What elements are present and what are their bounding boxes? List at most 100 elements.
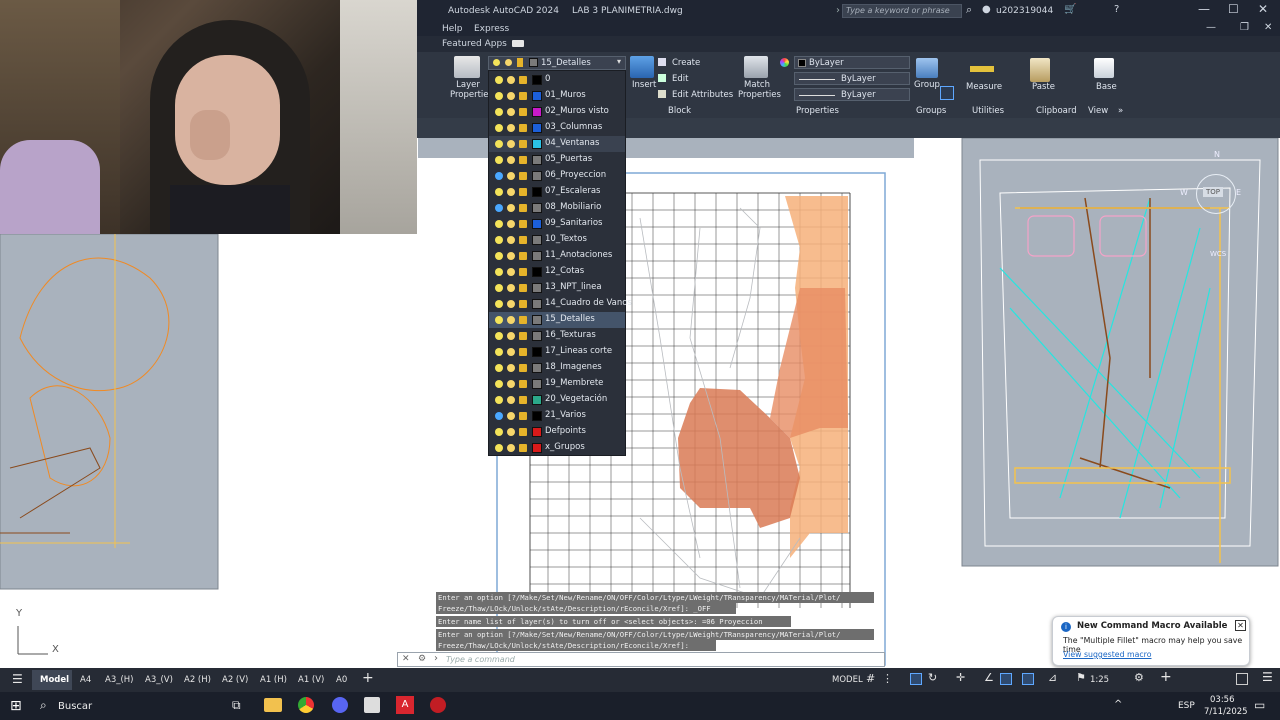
viewcube-east[interactable]: E — [1236, 188, 1241, 197]
lock-icon[interactable] — [519, 188, 527, 196]
lock-icon[interactable] — [519, 284, 527, 292]
sun-icon[interactable] — [507, 316, 515, 324]
tab-a2-v[interactable]: A2 (V) — [222, 675, 248, 685]
color-combo[interactable]: ByLayer — [794, 56, 910, 69]
block-panel-label[interactable]: Block — [668, 106, 691, 116]
layer-color-swatch[interactable] — [532, 123, 542, 133]
layer-color-swatch[interactable] — [532, 155, 542, 165]
sun-icon[interactable] — [507, 300, 515, 308]
layer-color-swatch[interactable] — [532, 283, 542, 293]
layer-row[interactable]: 10_Textos — [489, 232, 625, 248]
layer-row[interactable]: 01_Muros — [489, 88, 625, 104]
add-icon[interactable]: + — [1160, 669, 1172, 685]
close-command-icon[interactable]: ✕ — [402, 654, 410, 664]
suggested-macro-link[interactable]: View suggested macro — [1063, 650, 1152, 659]
doc-restore-icon[interactable]: ❐ — [1240, 22, 1249, 33]
layer-row[interactable]: 08_Mobiliario — [489, 200, 625, 216]
sun-icon[interactable] — [507, 92, 515, 100]
help-icon[interactable]: ? — [1114, 4, 1119, 15]
layer-color-swatch[interactable] — [532, 75, 542, 85]
viewcube-west[interactable]: W — [1180, 188, 1188, 197]
polar-icon[interactable]: ↻ — [928, 671, 937, 684]
insert-button[interactable]: Insert — [632, 80, 656, 90]
layer-properties-icon[interactable] — [454, 56, 480, 78]
lock-icon[interactable] — [519, 108, 527, 116]
tab-a3-h[interactable]: A3_(H) — [105, 675, 134, 685]
layer-color-swatch[interactable] — [532, 379, 542, 389]
bulb-icon[interactable] — [495, 284, 503, 292]
base-button[interactable]: Base — [1096, 82, 1117, 92]
chevron-right-icon[interactable]: › — [836, 5, 840, 16]
autocad-icon[interactable]: A — [396, 696, 414, 714]
layer-color-swatch[interactable] — [532, 347, 542, 357]
bulb-icon[interactable] — [495, 140, 503, 148]
notifications-icon[interactable]: ▭ — [1254, 698, 1265, 712]
annotation-icon[interactable]: ⚑ — [1076, 671, 1086, 684]
lock-icon[interactable] — [519, 332, 527, 340]
command-input[interactable]: ✕ ⚙ › Type a command — [397, 652, 885, 667]
lock-icon[interactable] — [519, 156, 527, 164]
layer-row[interactable]: 18_Imagenes — [489, 360, 625, 376]
layer-row[interactable]: x_Grupos — [489, 440, 625, 456]
close-icon[interactable]: ✕ — [1258, 2, 1268, 16]
sun-icon[interactable] — [507, 444, 515, 452]
lock-icon[interactable] — [519, 268, 527, 276]
tab-a4[interactable]: A4 — [80, 675, 91, 685]
utilities-panel-label[interactable]: Utilities — [972, 106, 1004, 116]
menu-icon[interactable]: ☰ — [12, 672, 23, 686]
lock-icon[interactable] — [519, 300, 527, 308]
taskbar-search-label[interactable]: Buscar — [58, 701, 92, 712]
lock-icon[interactable] — [519, 348, 527, 356]
grid-icon[interactable]: # — [866, 672, 875, 685]
viewcube[interactable]: TOP — [1196, 174, 1236, 214]
menu-help[interactable]: Help — [442, 24, 463, 34]
selection-cycling-icon[interactable]: ⊿ — [1048, 671, 1057, 684]
discord-icon[interactable] — [332, 697, 348, 713]
lock-icon[interactable] — [519, 396, 527, 404]
sun-icon[interactable] — [507, 204, 515, 212]
layer-row[interactable]: 21_Varios — [489, 408, 625, 424]
layer-color-swatch[interactable] — [532, 411, 542, 421]
cart-icon[interactable]: 🛒 — [1064, 4, 1076, 15]
bulb-icon[interactable] — [495, 268, 503, 276]
wrench-icon[interactable]: ⚙ — [418, 654, 426, 664]
chevron-down-icon[interactable]: ▾ — [617, 57, 621, 66]
minimize-icon[interactable]: — — [1198, 2, 1210, 16]
taskbar-search-icon[interactable]: ⌕ — [40, 698, 47, 713]
match-properties-button[interactable]: Match Properties — [738, 80, 781, 100]
sun-icon[interactable] — [507, 108, 515, 116]
lineweight-toggle-icon[interactable] — [1000, 673, 1012, 685]
sun-icon[interactable] — [507, 332, 515, 340]
layer-row[interactable]: 14_Cuadro de Vanos — [489, 296, 632, 312]
edit-button[interactable]: Edit — [672, 74, 688, 84]
measure-button[interactable]: Measure — [966, 82, 1002, 92]
sun-icon[interactable] — [507, 140, 515, 148]
workspace-gear-icon[interactable]: ⚙ — [1134, 671, 1144, 684]
bulb-icon[interactable] — [495, 124, 503, 132]
sun-icon[interactable] — [507, 348, 515, 356]
tray-expand-icon[interactable]: ^ — [1114, 699, 1122, 710]
layer-combo[interactable]: 15_Detalles ▾ — [488, 56, 626, 70]
bulb-icon[interactable] — [495, 236, 503, 244]
tab-featured-apps[interactable]: Featured Apps — [442, 39, 507, 49]
model-space-toggle[interactable]: MODEL — [832, 675, 863, 685]
ortho-icon[interactable] — [910, 673, 922, 685]
sun-icon[interactable] — [507, 124, 515, 132]
clock-time[interactable]: 03:56 — [1210, 695, 1235, 705]
lock-icon[interactable] — [519, 76, 527, 84]
match-properties-icon[interactable] — [744, 56, 768, 78]
layer-color-swatch[interactable] — [532, 299, 542, 309]
group-select-icon[interactable] — [940, 86, 954, 100]
linetype-combo[interactable]: ByLayer — [794, 72, 910, 85]
layer-color-swatch[interactable] — [532, 139, 542, 149]
search-input[interactable]: Type a keyword or phrase — [842, 4, 962, 18]
groups-panel-label[interactable]: Groups — [916, 106, 946, 116]
group-icon[interactable] — [916, 58, 938, 78]
layer-row[interactable]: 17_Lineas corte — [489, 344, 625, 360]
lock-icon[interactable] — [519, 124, 527, 132]
bulb-icon[interactable] — [495, 348, 503, 356]
layer-row[interactable]: 20_Vegetación — [489, 392, 625, 408]
tab-a2-h[interactable]: A2 (H) — [184, 675, 211, 685]
recorder-icon[interactable] — [430, 697, 446, 713]
layer-row[interactable]: 02_Muros visto — [489, 104, 625, 120]
